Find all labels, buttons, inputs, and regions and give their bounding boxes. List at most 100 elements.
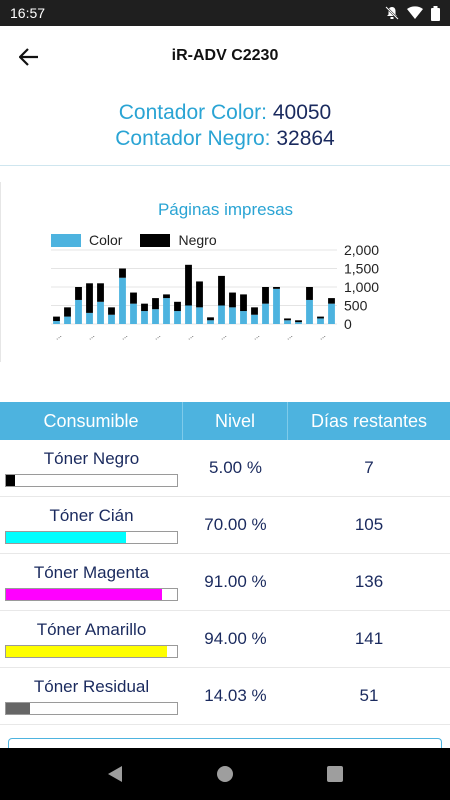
consumable-name: Tóner Negro — [43, 449, 140, 468]
bar-black — [284, 318, 291, 321]
bar-color — [119, 277, 126, 324]
bar-color — [218, 305, 225, 324]
table-row[interactable]: Tóner Residual 14.03 % 51 — [0, 668, 450, 725]
days-value: 105 — [354, 515, 384, 534]
consumable-cell: Tóner Magenta — [0, 554, 183, 610]
bar-black — [64, 307, 71, 317]
consumable-cell: Tóner Cián — [0, 497, 183, 553]
arrow-back-icon — [19, 48, 38, 66]
chart-card: Páginas impresas Color Negro 2,000 1,500 1… — [0, 182, 450, 362]
table-row[interactable]: Tóner Amarillo 94.00 % 141 — [0, 611, 450, 668]
bar-color — [240, 311, 247, 324]
x-tick-label: ... — [184, 330, 195, 341]
level-bar-fill — [6, 703, 30, 714]
consumable-cell: Tóner Residual — [0, 668, 183, 724]
bar-black — [218, 275, 225, 306]
notifications-off-icon — [385, 6, 399, 20]
level-value: 94.00 % — [204, 629, 267, 648]
bar-color — [174, 311, 181, 324]
nav-back-button[interactable] — [95, 754, 135, 794]
color-counter: Contador Color: 40050 — [119, 100, 332, 126]
bar-black — [196, 281, 203, 308]
y-tick-label: 1,000 — [344, 279, 379, 295]
status-icons — [385, 5, 440, 21]
bar-black — [229, 292, 236, 308]
x-tick-label: ... — [250, 330, 261, 341]
app-bar: iR-ADV C2230 — [0, 26, 450, 86]
x-tick-label: ... — [316, 330, 327, 341]
level-bar — [5, 474, 178, 487]
bar-black — [152, 298, 159, 310]
consumable-name: Tóner Cián — [49, 506, 134, 525]
bar-color — [328, 303, 335, 324]
battery-icon — [431, 5, 440, 21]
circle-home-icon — [217, 766, 233, 782]
bar-color — [152, 309, 159, 324]
system-nav-bar — [0, 748, 450, 800]
level-value: 14.03 % — [204, 686, 267, 705]
days-value: 136 — [354, 572, 384, 591]
bar-color — [64, 316, 71, 324]
x-tick-label: ... — [217, 330, 228, 341]
bar-black — [317, 316, 324, 319]
bar-black — [141, 303, 148, 312]
bar-color — [317, 318, 324, 324]
chart-title: Páginas impresas — [157, 200, 294, 219]
bar-color — [108, 314, 115, 324]
page-title: iR-ADV C2230 — [171, 47, 279, 64]
level-bar-fill — [6, 646, 167, 657]
bar-black — [108, 307, 115, 315]
bar-color — [75, 299, 82, 324]
counters-panel: Contador Color: 40050 Contador Negro: 32… — [0, 86, 450, 166]
bar-black — [295, 320, 302, 323]
nav-home-button[interactable] — [205, 754, 245, 794]
level-value: 5.00 % — [209, 458, 262, 477]
bar-color — [196, 307, 203, 324]
bar-black — [86, 283, 93, 313]
y-tick-label: 1,500 — [344, 261, 379, 277]
level-bar-fill — [6, 475, 15, 486]
table-header: Consumible Nivel Días restantes — [0, 402, 450, 440]
bar-color — [284, 320, 291, 324]
status-bar: 16:57 — [0, 0, 450, 26]
header-level: Nivel — [183, 402, 288, 440]
x-tick-label: ... — [52, 330, 63, 341]
bar-black — [75, 287, 82, 300]
wifi-icon — [407, 6, 423, 19]
bar-black — [119, 268, 126, 278]
bar-black — [273, 287, 280, 289]
consumable-cell: Tóner Amarillo — [0, 611, 183, 667]
level-bar — [5, 645, 178, 658]
status-time: 16:57 — [10, 5, 46, 21]
table-row[interactable]: Tóner Negro 5.00 % 7 — [0, 440, 450, 497]
bar-black — [185, 264, 192, 306]
bar-color — [273, 288, 280, 324]
bar-color — [86, 312, 93, 324]
days-value: 141 — [354, 629, 384, 648]
table-row[interactable]: Tóner Cián 70.00 % 105 — [0, 497, 450, 554]
level-bar — [5, 531, 178, 544]
nav-recents-button[interactable] — [315, 754, 355, 794]
y-tick-label: 0 — [344, 316, 352, 332]
bar-color — [229, 307, 236, 324]
x-tick-label: ... — [118, 330, 129, 341]
table-row[interactable]: Tóner Magenta 91.00 % 136 — [0, 554, 450, 611]
back-button[interactable] — [14, 42, 44, 72]
x-tick-label: ... — [283, 330, 294, 341]
level-bar-fill — [6, 532, 126, 543]
black-counter-label: Contador Negro: — [115, 126, 271, 150]
level-bar — [5, 702, 178, 715]
bar-black — [53, 316, 60, 322]
bar-chart[interactable]: 2,000 1,500 1,000 500 0.....................… — [1, 242, 450, 352]
bar-color — [130, 303, 137, 324]
x-tick-label: ... — [151, 330, 162, 341]
bar-black — [251, 307, 258, 315]
level-value: 91.00 % — [204, 572, 267, 591]
bar-color — [53, 321, 60, 324]
consumable-name: Tóner Magenta — [33, 563, 150, 582]
square-recents-icon — [327, 766, 343, 782]
black-counter: Contador Negro: 32864 — [115, 126, 335, 152]
x-tick-label: ... — [85, 330, 96, 341]
bar-color — [207, 320, 214, 324]
bar-color — [163, 298, 170, 324]
